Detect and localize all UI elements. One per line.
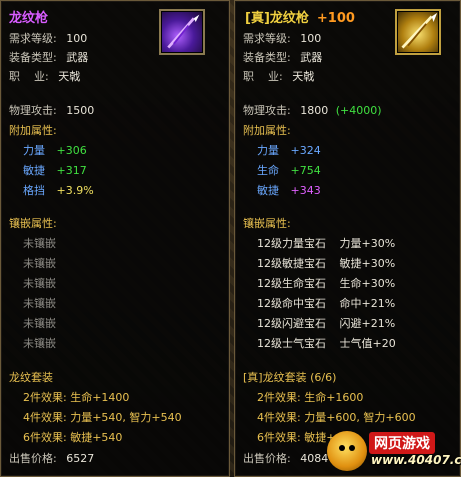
phys-attack-row: 物理攻击: 1800 (+4000) <box>243 104 382 118</box>
inlay-gem-effect: 生命+30% <box>339 277 396 290</box>
extra-attr-value: +343 <box>290 184 321 197</box>
job-value: 天戟 <box>58 70 81 83</box>
req-level-label: 需求等级: <box>9 32 57 45</box>
inlay-slot: 未镶嵌 <box>23 237 56 250</box>
phys-attack-row: 物理攻击: 1500 <box>9 104 94 118</box>
inlay-gem-row: 12级生命宝石 生命+30% <box>257 277 395 291</box>
item-tooltip-left: 龙纹枪 需求等级: 100 装备类型: 武器 职 业: 天戟 物理攻击: 150… <box>0 0 230 477</box>
phys-attack-value: 1500 <box>66 104 95 117</box>
inlay-title: 镶嵌属性: <box>243 217 291 230</box>
inlay-slot: 未镶嵌 <box>23 277 56 290</box>
inlay-slot: 未镶嵌 <box>23 257 56 270</box>
equip-type-value: 武器 <box>66 51 89 64</box>
inlay-gem-name: 12级士气宝石 <box>257 337 326 350</box>
equip-type-value: 武器 <box>300 51 323 64</box>
inlay-gem-effect: 敏捷+30% <box>339 257 396 270</box>
inlay-gem-name: 12级生命宝石 <box>257 277 326 290</box>
price-label: 出售价格: <box>243 452 291 465</box>
req-level-label: 需求等级: <box>243 32 291 45</box>
equip-type-row: 装备类型: 武器 <box>9 51 88 65</box>
inlay-gem-row: 12级力量宝石 力量+30% <box>257 237 395 251</box>
price-row: 出售价格: 4084 <box>243 452 328 466</box>
job-label: 职 业: <box>243 70 283 83</box>
phys-attack-label: 物理攻击: <box>9 104 57 117</box>
equip-type-label: 装备类型: <box>243 51 291 64</box>
site-watermark: 网页游戏 www.40407.com <box>327 431 461 471</box>
extra-attr-row: 生命 +754 <box>257 164 321 178</box>
extra-attr-row: 敏捷 +343 <box>257 184 321 198</box>
job-row: 职 业: 天戟 <box>243 70 314 84</box>
set-effect: 6件效果: 敏捷+540 <box>23 431 123 444</box>
inlay-gem-row: 12级士气宝石 士气值+20 <box>257 337 396 351</box>
enhance-level: +100 <box>316 11 355 26</box>
spear-icon <box>395 9 441 55</box>
inlay-gem-effect: 力量+30% <box>339 237 396 250</box>
equip-type-label: 装备类型: <box>9 51 57 64</box>
extra-attr-value: +306 <box>56 144 87 157</box>
phys-attack-bonus: (+4000) <box>335 104 382 117</box>
extra-attr-value: +754 <box>290 164 321 177</box>
set-effect: 4件效果: 力量+600, 智力+600 <box>257 411 416 424</box>
inlay-slot: 未镶嵌 <box>23 337 56 350</box>
inlay-gem-effect: 闪避+21% <box>339 317 396 330</box>
item-name: [真]龙纹枪 <box>245 11 309 26</box>
watermark-url: www.40407.com <box>371 453 461 467</box>
extra-attr-value: +324 <box>290 144 321 157</box>
extra-attr-row: 力量 +306 <box>23 144 87 158</box>
req-level-value: 100 <box>300 32 322 45</box>
inlay-gem-row: 12级闪避宝石 闪避+21% <box>257 317 395 331</box>
req-level-row: 需求等级: 100 <box>243 32 321 46</box>
extra-attr-value: +3.9% <box>56 184 94 197</box>
equip-type-row: 装备类型: 武器 <box>243 51 322 65</box>
job-value: 天戟 <box>292 70 315 83</box>
price-row: 出售价格: 6527 <box>9 452 94 466</box>
extra-attr-row: 敏捷 +317 <box>23 164 87 178</box>
inlay-gem-effect: 命中+21% <box>339 297 396 310</box>
req-level-row: 需求等级: 100 <box>9 32 87 46</box>
extra-attr-title: 附加属性: <box>9 124 57 137</box>
extra-attr-name: 敏捷 <box>23 164 45 177</box>
price-value: 4084 <box>300 452 329 465</box>
extra-attr-name: 力量 <box>257 144 279 157</box>
set-effect: 2件效果: 生命+1600 <box>257 391 364 404</box>
job-row: 职 业: 天戟 <box>9 70 80 84</box>
set-effect: 6件效果: 敏捷+ <box>257 431 336 444</box>
extra-attr-row: 格挡 +3.9% <box>23 184 94 198</box>
item-tooltip-right: [真]龙纹枪 +100 需求等级: 100 装备类型: 武器 职 业: 天戟 物理… <box>234 0 461 477</box>
watermark-title: 网页游戏 <box>369 432 435 454</box>
extra-attr-name: 生命 <box>257 164 279 177</box>
inlay-gem-name: 12级敏捷宝石 <box>257 257 326 270</box>
extra-attr-name: 力量 <box>23 144 45 157</box>
mascot-logo-icon <box>327 431 367 471</box>
item-name: 龙纹枪 <box>9 11 49 26</box>
inlay-gem-name: 12级命中宝石 <box>257 297 326 310</box>
set-effect: 2件效果: 生命+1400 <box>23 391 130 404</box>
extra-attr-name: 敏捷 <box>257 184 279 197</box>
inlay-gem-effect: 士气值+20 <box>339 337 396 350</box>
req-level-value: 100 <box>66 32 88 45</box>
inlay-title: 镶嵌属性: <box>9 217 57 230</box>
phys-attack-value: 1800 <box>300 104 329 117</box>
extra-attr-name: 格挡 <box>23 184 45 197</box>
inlay-slot: 未镶嵌 <box>23 317 56 330</box>
inlay-gem-row: 12级命中宝石 命中+21% <box>257 297 395 311</box>
job-label: 职 业: <box>9 70 49 83</box>
inlay-gem-row: 12级敏捷宝石 敏捷+30% <box>257 257 395 271</box>
set-title: 龙纹套装 <box>9 371 53 384</box>
extra-attr-value: +317 <box>56 164 87 177</box>
set-effect: 4件效果: 力量+540, 智力+540 <box>23 411 182 424</box>
inlay-gem-name: 12级闪避宝石 <box>257 317 326 330</box>
spear-icon <box>159 9 205 55</box>
set-title: [真]龙纹套装 (6/6) <box>243 371 337 384</box>
extra-attr-title: 附加属性: <box>243 124 291 137</box>
item-name-row: [真]龙纹枪 +100 <box>245 7 355 26</box>
inlay-gem-name: 12级力量宝石 <box>257 237 326 250</box>
inlay-slot: 未镶嵌 <box>23 297 56 310</box>
phys-attack-label: 物理攻击: <box>243 104 291 117</box>
extra-attr-row: 力量 +324 <box>257 144 321 158</box>
price-label: 出售价格: <box>9 452 57 465</box>
price-value: 6527 <box>66 452 95 465</box>
